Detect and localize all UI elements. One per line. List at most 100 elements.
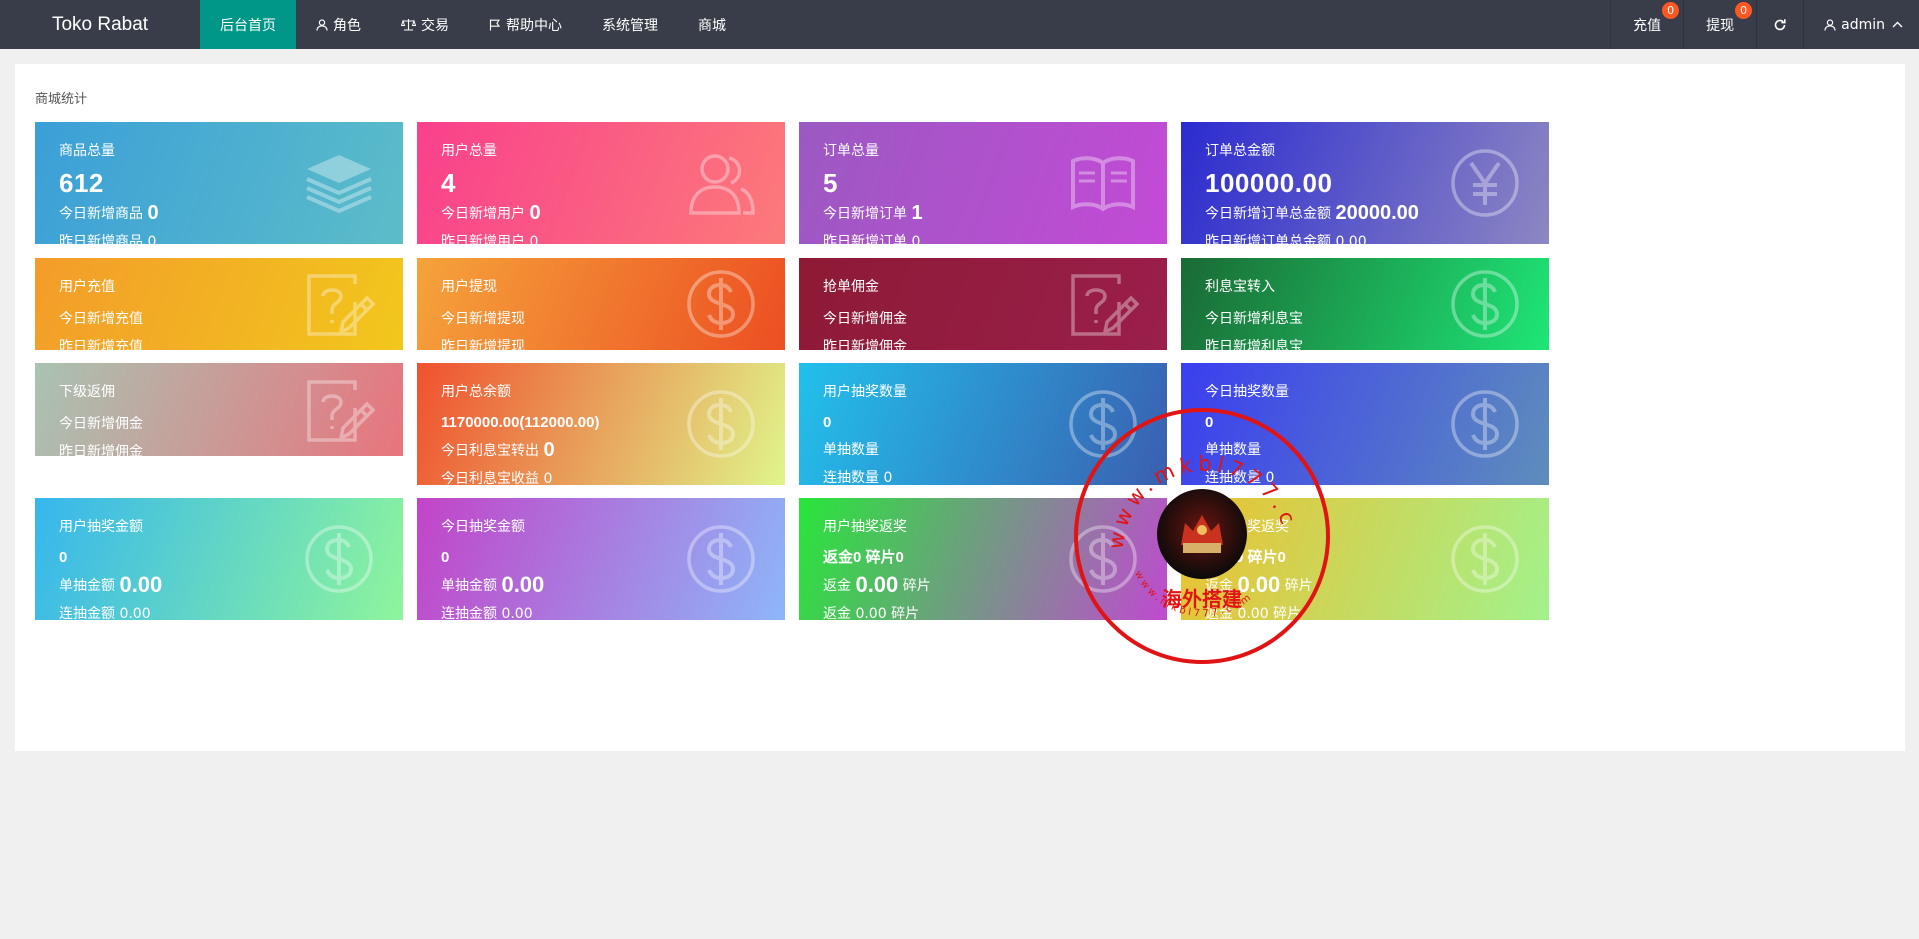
card-line-label: 单抽数量 bbox=[1205, 442, 1261, 458]
edit-question-icon bbox=[1067, 268, 1139, 340]
user-menu[interactable]: admin bbox=[1803, 0, 1919, 49]
card-line-label: 今日新增充值 bbox=[59, 311, 143, 327]
card-line-value: 0.00 bbox=[119, 606, 151, 620]
main-nav: 后台首页 角色 交易 帮助中心 系统管理 商城 bbox=[200, 0, 746, 49]
card-line-label: 今日新增用户 bbox=[441, 206, 525, 222]
nav-home[interactable]: 后台首页 bbox=[200, 0, 296, 49]
stat-card: 用户提现 今日新增提现 昨日新增提现 bbox=[417, 258, 785, 350]
card-line-label: 今日新增利息宝 bbox=[1205, 311, 1303, 327]
dollar-icon bbox=[685, 388, 757, 460]
card-line-value: 0 bbox=[883, 470, 893, 485]
stat-card: 利息宝转入 今日新增利息宝 昨日新增利息宝 bbox=[1181, 258, 1549, 350]
nav-help[interactable]: 帮助中心 bbox=[469, 0, 582, 49]
refresh-button[interactable] bbox=[1756, 0, 1803, 49]
nav-label: 交易 bbox=[421, 17, 449, 34]
card-line: 今日利息宝收益 0 bbox=[441, 465, 761, 485]
card-line-value: 0 bbox=[529, 202, 541, 224]
card-line-value: 0.00 bbox=[119, 572, 163, 597]
card-line-suffix: 碎片 bbox=[902, 578, 931, 594]
dollar-icon bbox=[1067, 388, 1139, 460]
card-line-value: 0.00 bbox=[1237, 606, 1269, 620]
refresh-icon bbox=[1773, 18, 1787, 32]
card-line-label: 昨日新增提现 bbox=[441, 339, 525, 350]
app-logo[interactable]: Toko Rabat bbox=[0, 0, 200, 49]
withdraw-label: 提现 bbox=[1706, 17, 1735, 34]
card-line: 连抽数量 0 bbox=[1205, 464, 1525, 485]
card-line-value: 0 bbox=[911, 234, 921, 244]
card-line-value: 20000.00 bbox=[1335, 202, 1419, 224]
chevron-up-icon bbox=[1892, 21, 1903, 28]
stat-card: 下级返佣 今日新增佣金 昨日新增佣金 bbox=[35, 363, 403, 456]
nav-roles[interactable]: 角色 bbox=[296, 0, 381, 49]
card-line: 昨日新增订单总金额 0.00 bbox=[1205, 228, 1525, 244]
dollar-icon bbox=[1449, 523, 1521, 595]
card-line-label: 返金 bbox=[1205, 578, 1233, 594]
card-line-suffix: 碎片 bbox=[1284, 578, 1313, 594]
card-line-label: 今日新增商品 bbox=[59, 206, 143, 222]
card-line-label: 今日新增提现 bbox=[441, 311, 525, 327]
card-line-label: 返金 bbox=[1205, 606, 1233, 620]
card-line-label: 昨日新增佣金 bbox=[823, 339, 907, 350]
stat-card: 订单总金额 100000.00 今日新增订单总金额 20000.00 昨日新增订单总金… bbox=[1181, 122, 1549, 244]
card-line-label: 单抽数量 bbox=[823, 442, 879, 458]
stat-card: 订单总量 5 今日新增订单 1 昨日新增订单 0 bbox=[799, 122, 1167, 244]
stat-card: 用户抽奖金额 0 单抽金额 0.00 连抽金额 0.00 bbox=[35, 498, 403, 620]
user-icon bbox=[316, 18, 328, 31]
card-line-label: 昨日新增利息宝 bbox=[1205, 339, 1303, 350]
card-line-label: 今日新增佣金 bbox=[823, 311, 907, 327]
card-line-value: 0 bbox=[147, 234, 157, 244]
recharge-badge: 0 bbox=[1662, 2, 1680, 19]
nav-label: 帮助中心 bbox=[506, 17, 562, 34]
top-bar: Toko Rabat 后台首页 角色 交易 帮助中心 系统管理 商城 充值 0 … bbox=[0, 0, 1919, 49]
scale-icon bbox=[401, 18, 416, 31]
card-line-value: 0.00 bbox=[501, 606, 533, 620]
card-line: 连抽金额 0.00 bbox=[59, 600, 379, 620]
card-line: 连抽金额 0.00 bbox=[441, 600, 761, 620]
layers-icon bbox=[303, 147, 375, 219]
stat-card: 今日抽奖返奖 返金0 碎片0 返金 0.00 碎片 返金 0.00 碎片 bbox=[1181, 498, 1549, 620]
card-line-label: 今日新增订单 bbox=[823, 206, 907, 222]
card-line-label: 连抽数量 bbox=[1205, 470, 1261, 485]
card-line-label: 昨日新增商品 bbox=[59, 234, 143, 244]
card-line-value: 1 bbox=[911, 202, 923, 224]
recharge-button[interactable]: 充值 0 bbox=[1610, 0, 1683, 49]
card-line-label: 单抽金额 bbox=[59, 578, 115, 594]
nav-label: 系统管理 bbox=[602, 17, 658, 34]
user-name: admin bbox=[1841, 16, 1885, 33]
stat-card: 商品总量 612 今日新增商品 0 昨日新增商品 0 bbox=[35, 122, 403, 244]
card-line-suffix: 碎片 bbox=[1273, 606, 1302, 620]
stat-card: 今日抽奖数量 0 单抽数量 连抽数量 0 bbox=[1181, 363, 1549, 485]
nav-trade[interactable]: 交易 bbox=[381, 0, 469, 49]
card-line-value: 0.00 bbox=[855, 572, 899, 597]
nav-label: 后台首页 bbox=[220, 17, 276, 34]
card-line-label: 今日新增订单总金额 bbox=[1205, 206, 1331, 222]
card-line-label: 昨日新增充值 bbox=[59, 339, 143, 350]
card-line-label: 昨日新增佣金 bbox=[59, 444, 143, 456]
nav-shop[interactable]: 商城 bbox=[678, 0, 746, 49]
card-line-label: 今日利息宝收益 bbox=[441, 471, 539, 485]
withdraw-button[interactable]: 提现 0 bbox=[1683, 0, 1756, 49]
card-line: 返金 0.00 碎片 bbox=[823, 600, 1143, 620]
nav-system[interactable]: 系统管理 bbox=[582, 0, 678, 49]
card-line-label: 今日新增佣金 bbox=[59, 416, 143, 432]
dollar-icon bbox=[1449, 388, 1521, 460]
card-line-label: 返金 bbox=[823, 606, 851, 620]
stat-card: 用户总余额 1170000.00(112000.00) 今日利息宝转出 0 今日利息宝… bbox=[417, 363, 785, 485]
stats-panel: 商城统计 商品总量 612 今日新增商品 0 昨日新增商品 0 用户总量 4 今日新增用户 … bbox=[15, 64, 1905, 751]
card-line-value: 0 bbox=[543, 471, 553, 485]
dollar-icon bbox=[1067, 523, 1139, 595]
panel-title: 商城统计 bbox=[35, 92, 88, 107]
card-line-value: 0 bbox=[1265, 470, 1275, 485]
card-line-suffix: 碎片 bbox=[891, 606, 920, 620]
card-line-label: 连抽数量 bbox=[823, 470, 879, 485]
stat-card: 用户抽奖返奖 返金0 碎片0 返金 0.00 碎片 返金 0.00 碎片 bbox=[799, 498, 1167, 620]
card-line: 昨日新增商品 0 bbox=[59, 228, 379, 244]
users-icon bbox=[685, 147, 757, 219]
card-line-value: 0 bbox=[543, 439, 555, 461]
card-line: 连抽数量 0 bbox=[823, 464, 1143, 485]
card-line-value: 0.00 bbox=[855, 606, 887, 620]
card-line-value: 0.00 bbox=[1335, 234, 1367, 244]
withdraw-badge: 0 bbox=[1735, 2, 1753, 19]
card-line-label: 返金 bbox=[823, 578, 851, 594]
yen-icon bbox=[1449, 147, 1521, 219]
